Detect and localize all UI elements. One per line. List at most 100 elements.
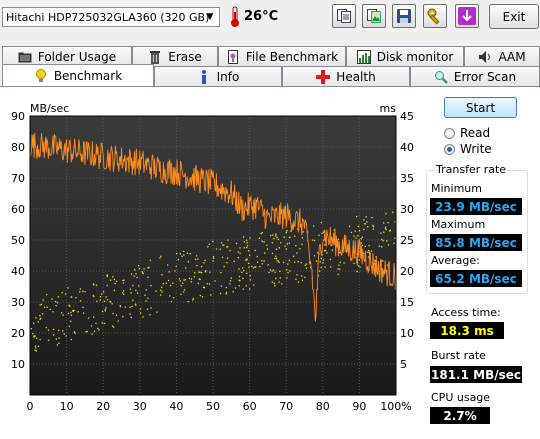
access-time-point: [326, 252, 328, 254]
read-radio[interactable]: Read: [444, 126, 490, 140]
tab-file-benchmark[interactable]: File Benchmark: [218, 46, 346, 66]
access-time-point: [201, 296, 204, 298]
access-time-point: [181, 255, 183, 258]
start-button[interactable]: Start: [444, 97, 517, 118]
access-time-point: [34, 335, 36, 337]
access-time-point: [95, 284, 98, 286]
access-time-point: [83, 312, 85, 314]
write-radio-button[interactable]: [444, 143, 455, 155]
floppy-disk-icon: [397, 9, 411, 23]
access-time-point: [135, 289, 137, 292]
access-time-point: [69, 305, 71, 307]
access-time-point: [103, 322, 106, 325]
access-time-point: [204, 259, 206, 261]
chart-x-tick-label: 60: [243, 400, 257, 413]
options-button[interactable]: [423, 4, 447, 28]
access-time-point: [331, 249, 334, 251]
access-time-point: [272, 234, 274, 236]
tab-folder-usage[interactable]: Folder Usage: [2, 46, 132, 66]
chart-x-tick-label: 20: [96, 400, 110, 413]
access-time-point: [56, 344, 59, 346]
access-time-point: [131, 305, 133, 308]
access-time-point: [142, 316, 144, 318]
access-time-point: [132, 284, 134, 287]
tab-info[interactable]: Info: [154, 66, 282, 86]
tab-disk-monitor[interactable]: Disk monitor: [346, 46, 464, 66]
drive-select[interactable]: Hitachi HDP725032GLA360 (320 GB) ▼: [2, 7, 220, 27]
access-time-point: [261, 260, 263, 262]
access-time-point: [320, 221, 322, 224]
tab-erase[interactable]: Erase: [132, 46, 218, 66]
access-time-point: [85, 331, 87, 333]
access-time-point: [198, 278, 200, 280]
access-time-point: [226, 257, 229, 259]
chart-y2-tick-label: 25: [400, 234, 414, 247]
tab-info-label: Info: [216, 69, 240, 84]
access-time-point: [56, 302, 59, 304]
access-time-point: [35, 317, 37, 319]
access-time-point: [139, 308, 142, 310]
red-cross-icon: [316, 69, 331, 84]
access-time-point: [58, 342, 60, 344]
trash-icon: [148, 50, 162, 64]
exit-button[interactable]: Exit: [489, 4, 539, 29]
copy-image-button[interactable]: [362, 4, 386, 28]
benchmark-chart: 0 10 20 30 40 50 60 70 80 90 100% 90 80 70 60 50 40 30 20 1…: [6, 96, 414, 426]
access-time-point: [62, 314, 64, 316]
file-benchmark-icon: [226, 49, 240, 64]
access-time-point: [271, 242, 273, 244]
access-time-point: [52, 311, 54, 313]
access-time-point: [259, 266, 261, 268]
access-time-point: [173, 297, 175, 299]
tab-error-scan[interactable]: Error Scan: [410, 66, 540, 86]
access-time-point: [343, 262, 345, 264]
access-time-point: [49, 308, 51, 311]
access-time-point: [73, 331, 76, 333]
tab-health[interactable]: Health: [282, 66, 410, 86]
access-time-point: [269, 269, 272, 271]
access-time-point: [248, 266, 250, 268]
access-time-point: [237, 251, 239, 253]
access-time-point: [122, 282, 125, 284]
tab-benchmark[interactable]: Benchmark: [2, 64, 154, 86]
access-time-point: [363, 228, 365, 231]
access-time-point: [275, 255, 277, 257]
access-time-point: [337, 273, 339, 275]
access-time-point: [239, 280, 241, 282]
download-button[interactable]: [455, 4, 479, 28]
chevron-down-icon[interactable]: ▼: [202, 9, 218, 25]
tab-aam[interactable]: AAM: [464, 46, 540, 66]
access-time-point: [356, 270, 358, 273]
access-time-point: [197, 258, 199, 260]
access-time-point: [123, 293, 125, 295]
access-time-point: [195, 255, 198, 257]
write-radio-label: Write: [460, 142, 492, 156]
access-time-point: [37, 345, 40, 347]
access-time-point: [268, 271, 270, 274]
access-time-point: [281, 283, 283, 285]
access-time-point: [380, 232, 382, 234]
copy-text-button[interactable]: [332, 4, 356, 28]
access-time-point: [123, 279, 125, 281]
access-time-point: [70, 338, 72, 341]
access-time-point: [276, 236, 278, 239]
access-time-point: [97, 327, 99, 330]
access-time-point: [102, 291, 105, 293]
access-time-point: [387, 222, 389, 224]
chart-y2-tick-label: 45: [400, 110, 414, 123]
access-time-point: [246, 239, 248, 241]
access-time-point: [383, 231, 385, 233]
access-time-point: [354, 230, 356, 232]
read-radio-button[interactable]: [444, 127, 455, 139]
save-button[interactable]: [392, 4, 416, 28]
access-time-point: [367, 225, 369, 228]
temperature-value: 26°C: [244, 9, 279, 24]
access-time-point: [360, 242, 362, 244]
access-time-point: [338, 264, 340, 266]
access-time-point: [242, 236, 245, 238]
access-time-point: [159, 257, 161, 259]
access-time-point: [339, 261, 341, 263]
access-time-point: [295, 244, 297, 247]
write-radio[interactable]: Write: [444, 142, 492, 156]
access-time-point: [199, 294, 202, 297]
